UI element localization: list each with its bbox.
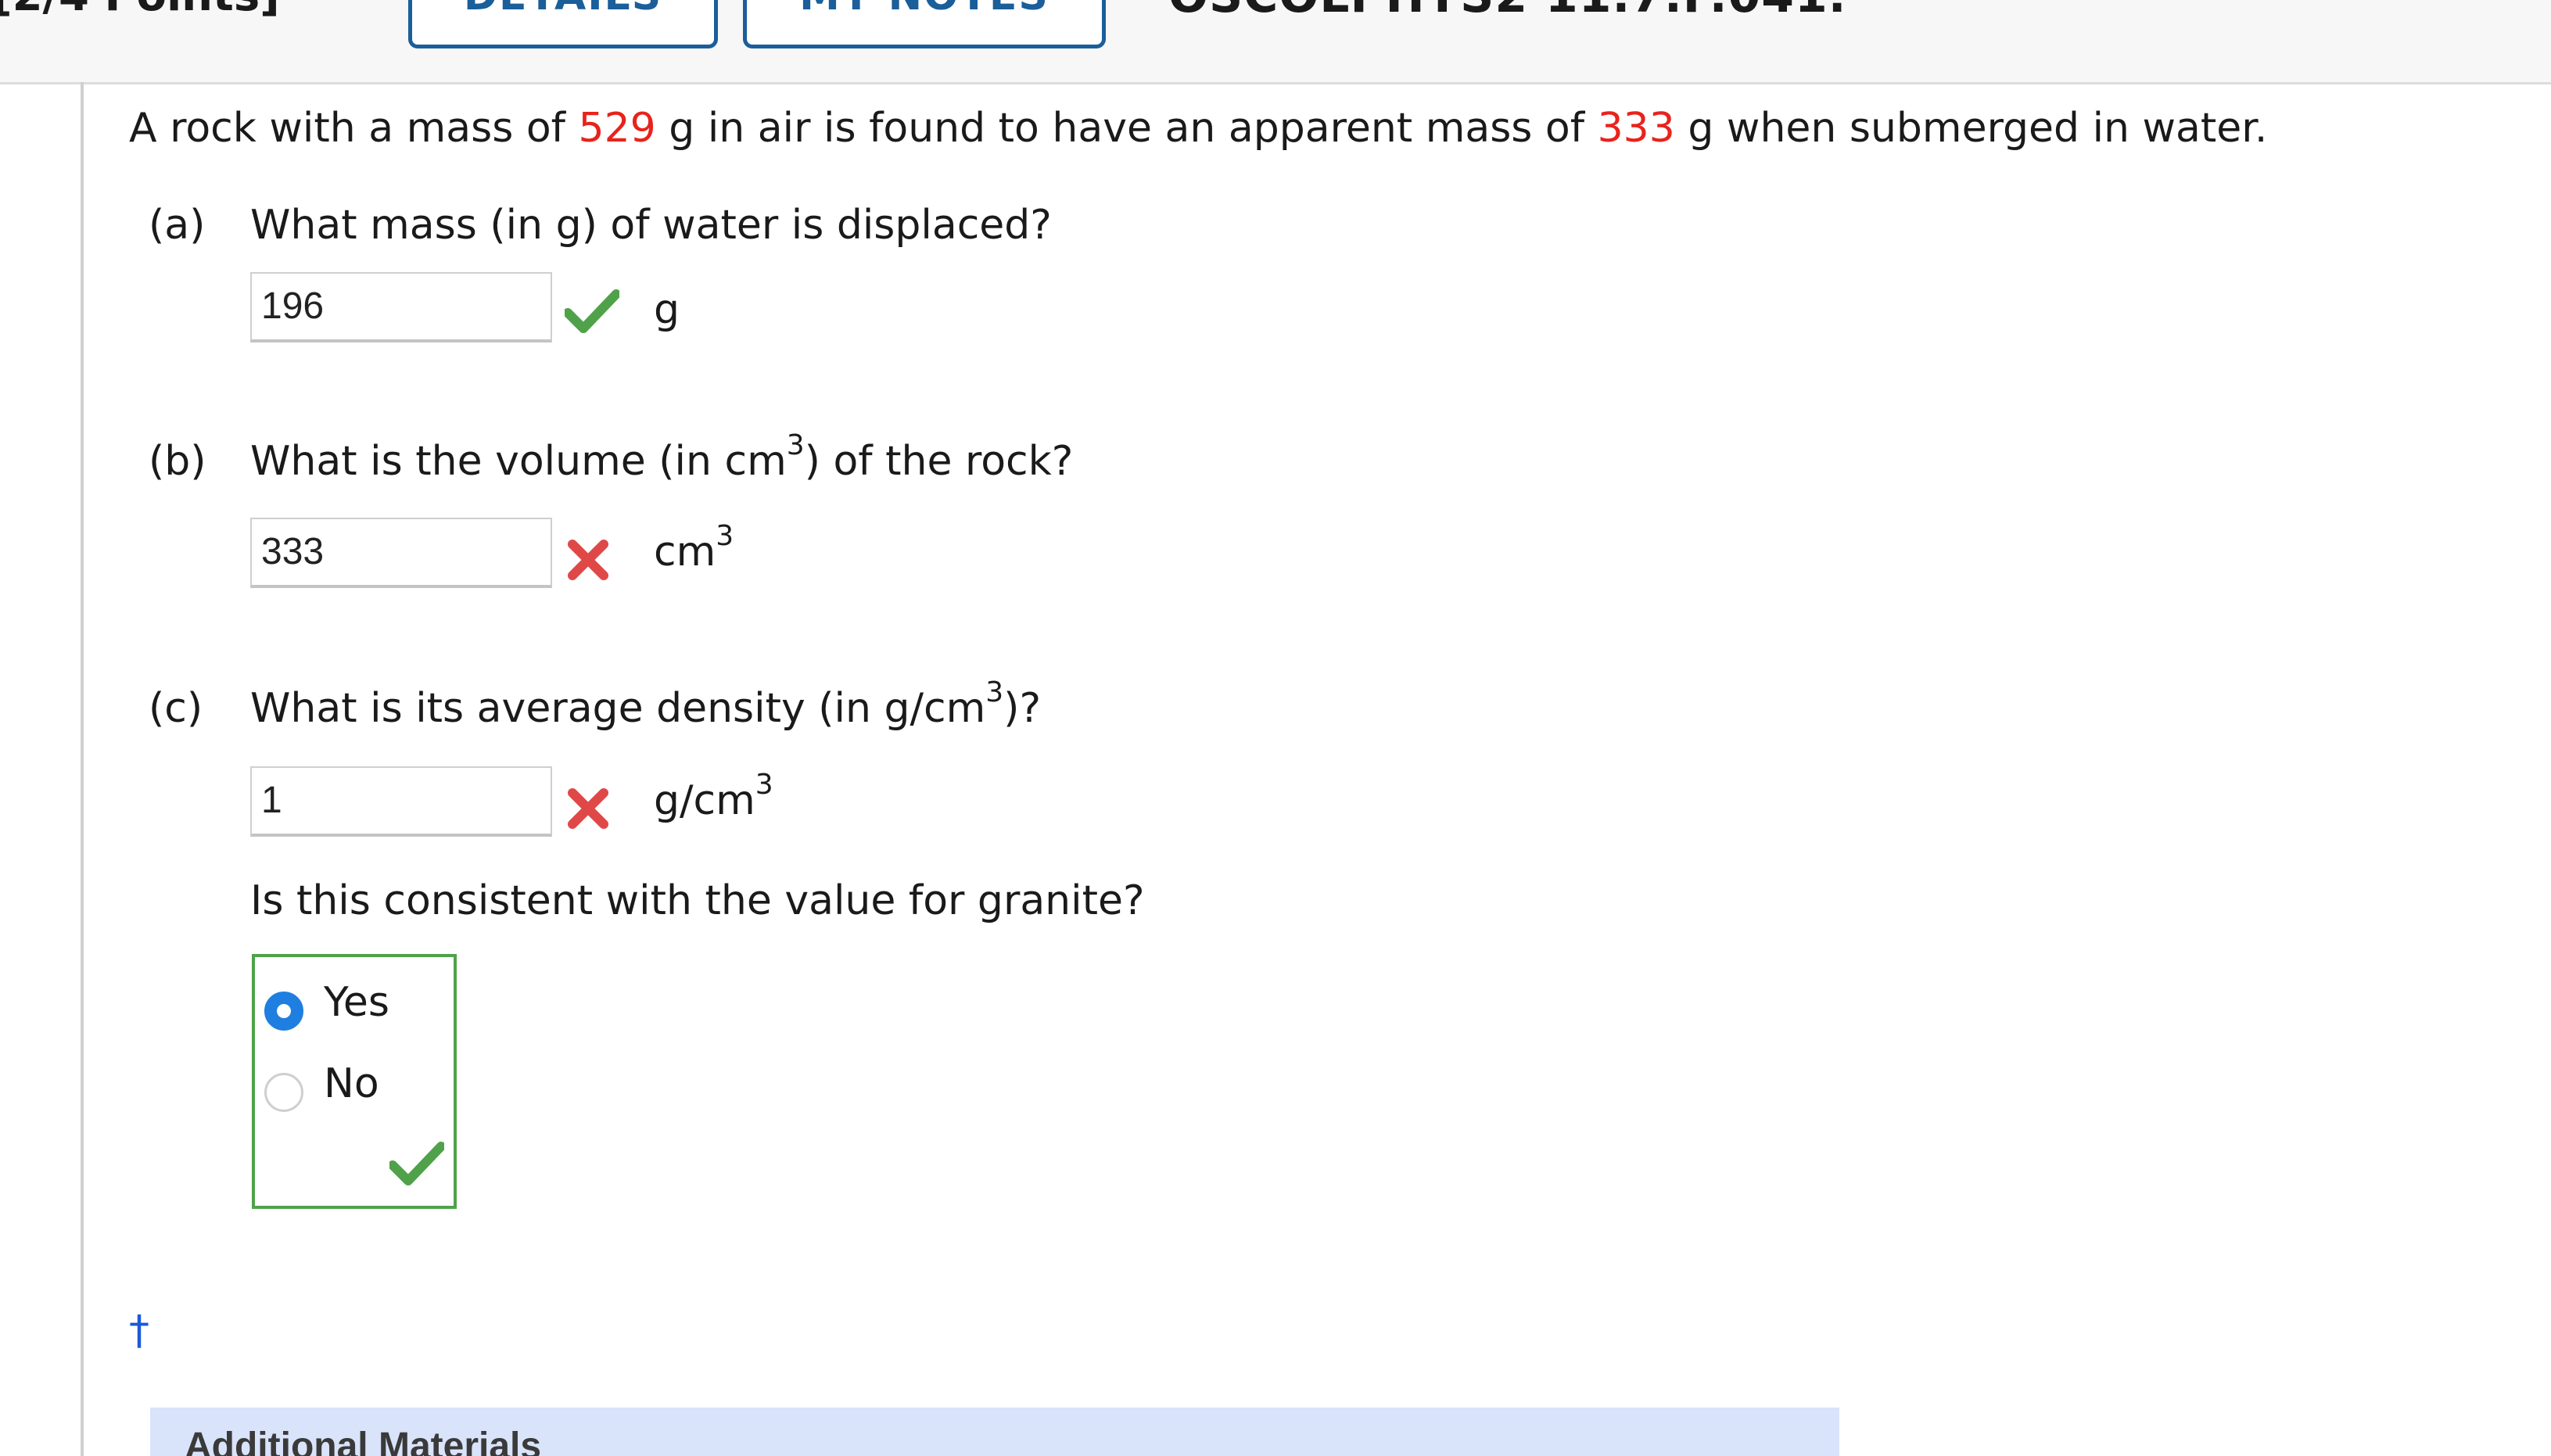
left-divider <box>81 82 84 1456</box>
part-b-question-end: ) of the rock? <box>804 438 1074 485</box>
part-c-label: (c) <box>149 685 203 732</box>
additional-materials-title: Additional Materials <box>185 1426 542 1456</box>
radio-yes[interactable] <box>264 992 303 1031</box>
part-c-question-text: What is its average density (in g/cm <box>250 685 986 732</box>
part-b-answer-input[interactable]: 333 <box>250 518 552 588</box>
part-b-unit: cm3 <box>654 522 734 576</box>
my-notes-button[interactable]: MY NOTES <box>743 0 1106 48</box>
part-b-question: What is the volume (in cm3) of the rock? <box>250 432 1074 486</box>
top-bar: [2/4 Points] DETAILS MY NOTES OSCOLPHYS2… <box>0 0 2551 84</box>
prompt-text-2: g in air is found to have an apparent ma… <box>655 105 1598 152</box>
part-a-question: What mass (in g) of water is displaced? <box>250 202 1052 249</box>
part-a-label: (a) <box>149 202 206 249</box>
part-c-unit-sup: 3 <box>755 769 773 801</box>
radio-yes-label[interactable]: Yes <box>324 979 389 1026</box>
part-b-unit-sup: 3 <box>716 520 734 552</box>
part-c-unit: g/cm3 <box>654 771 773 825</box>
part-a-unit: g <box>654 286 680 333</box>
checkmark-icon <box>565 289 619 333</box>
radio-no-label[interactable]: No <box>324 1060 379 1107</box>
part-c-question: What is its average density (in g/cm3)? <box>250 679 1042 733</box>
details-button[interactable]: DETAILS <box>408 0 718 48</box>
checkmark-icon <box>389 1142 444 1185</box>
question-code: OSCOLPHYS2 11.7.P.041. <box>1168 0 1847 23</box>
part-b-unit-text: cm <box>654 529 716 576</box>
mass-water-value: 333 <box>1597 105 1675 152</box>
part-c-question-end: )? <box>1003 685 1042 732</box>
granite-choice-group: Yes No <box>252 954 457 1209</box>
points-label: [2/4 Points] <box>0 0 280 21</box>
x-mark-icon <box>568 788 608 829</box>
part-b-label: (b) <box>149 438 206 485</box>
x-mark-icon <box>568 540 608 580</box>
additional-materials-panel[interactable]: Additional Materials <box>150 1408 1839 1456</box>
mass-air-value: 529 <box>578 105 656 152</box>
radio-no[interactable] <box>264 1073 303 1112</box>
part-c-unit-text: g/cm <box>654 777 755 824</box>
prompt-text-1: A rock with a mass of <box>129 105 579 152</box>
part-b-question-text: What is the volume (in cm <box>250 438 787 485</box>
part-b-question-sup: 3 <box>786 429 805 461</box>
part-c-question-sup: 3 <box>985 676 1004 708</box>
granite-question: Is this consistent with the value for gr… <box>250 877 1145 924</box>
prompt-text-3: g when submerged in water. <box>1674 105 2268 152</box>
part-c-answer-input[interactable]: 1 <box>250 766 552 837</box>
question-prompt: A rock with a mass of 529 g in air is fo… <box>129 105 2267 152</box>
footnote-dagger: † <box>129 1307 149 1354</box>
part-a-answer-input[interactable]: 196 <box>250 272 552 342</box>
